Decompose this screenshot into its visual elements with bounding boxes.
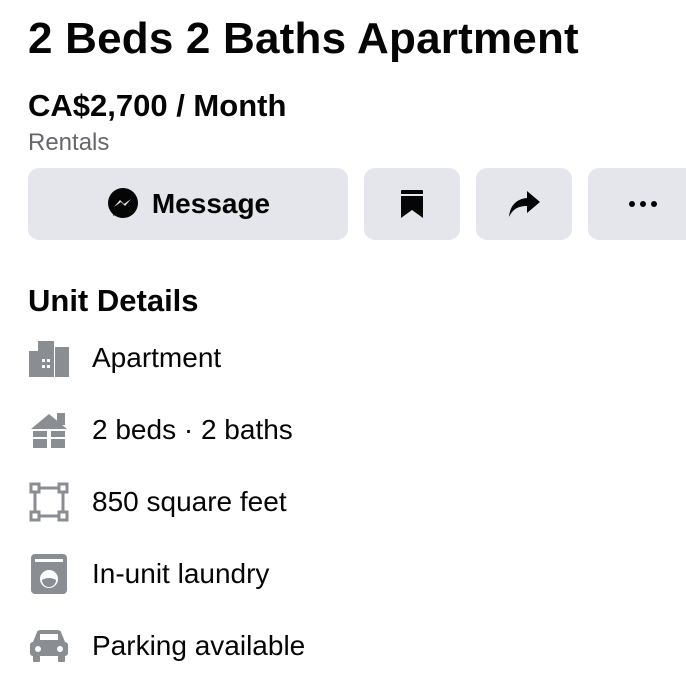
unit-details-heading: Unit Details bbox=[28, 283, 199, 318]
save-button[interactable] bbox=[364, 168, 460, 240]
message-button-label: Message bbox=[151, 188, 271, 219]
detail-item-area: 850 square feet bbox=[28, 480, 668, 524]
messenger-icon bbox=[106, 187, 140, 221]
detail-item-building-type: Apartment bbox=[28, 336, 668, 380]
building-icon bbox=[28, 337, 70, 379]
car-icon bbox=[28, 625, 70, 667]
detail-item-laundry: In-unit laundry bbox=[28, 552, 668, 596]
detail-item-label: 2 beds · 2 baths bbox=[92, 414, 293, 445]
share-button[interactable] bbox=[476, 168, 572, 240]
message-button[interactable]: Message bbox=[28, 168, 348, 240]
detail-item-label: 850 square feet bbox=[92, 486, 287, 517]
detail-item-rooms: 2 beds · 2 baths bbox=[28, 408, 668, 452]
action-bar: Message bbox=[28, 168, 686, 240]
listing-title: 2 Beds 2 Baths Apartment bbox=[28, 14, 579, 63]
detail-item-label: Apartment bbox=[92, 342, 222, 373]
share-arrow-icon bbox=[507, 189, 541, 219]
house-icon bbox=[28, 409, 70, 451]
listing-category[interactable]: Rentals bbox=[28, 129, 109, 157]
floor-area-icon bbox=[28, 481, 70, 523]
more-button[interactable] bbox=[588, 168, 686, 240]
more-dots-icon bbox=[628, 200, 658, 208]
detail-item-label: Parking available bbox=[92, 630, 306, 661]
listing-price: CA$2,700 / Month bbox=[28, 88, 287, 123]
detail-item-parking: Parking available bbox=[28, 624, 668, 668]
bookmark-icon bbox=[399, 188, 425, 220]
detail-item-label: In-unit laundry bbox=[92, 558, 270, 589]
washing-machine-icon bbox=[28, 553, 70, 595]
